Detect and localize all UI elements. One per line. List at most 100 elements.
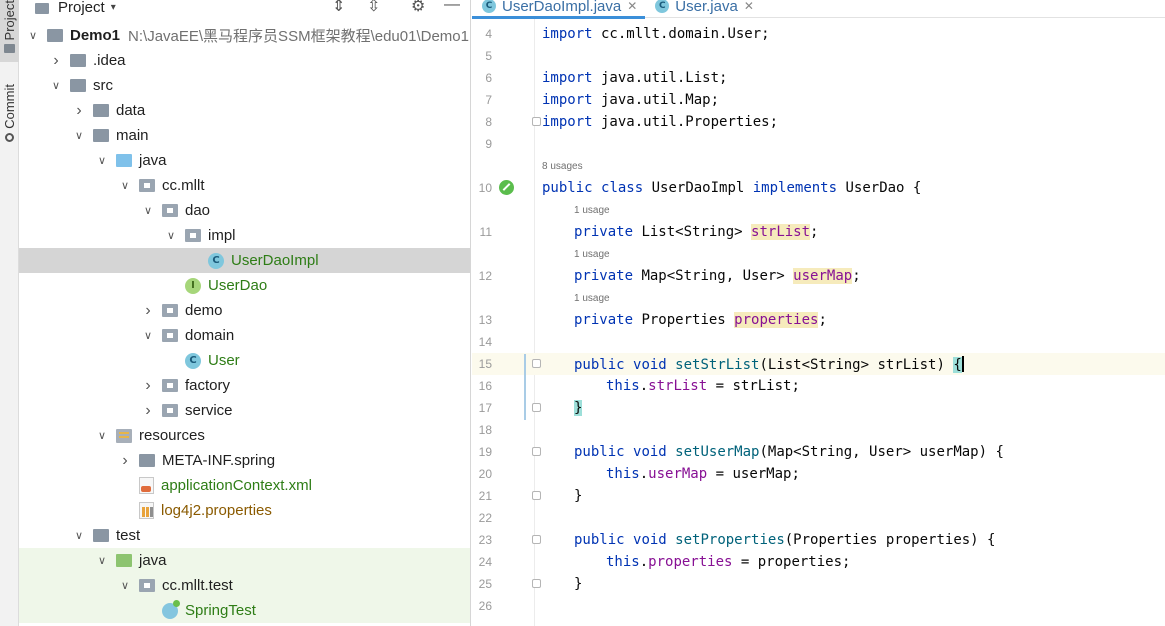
editor-tab[interactable]: C User.java ✕ (645, 0, 762, 18)
tree-item[interactable]: ∨ java (19, 548, 470, 573)
tree-item[interactable]: ∨ test (19, 523, 470, 548)
code-line[interactable]: 15 public void setStrList(List<String> st… (472, 353, 1165, 375)
code-text: import cc.mllt.domain.User; (542, 26, 770, 42)
tree-item[interactable]: ∨ src (19, 73, 470, 98)
tree-item[interactable]: › service (19, 398, 470, 423)
tree-item[interactable]: › META-INF.spring (19, 448, 470, 473)
code-line[interactable]: 26 (472, 595, 1165, 617)
chevron-down-icon[interactable]: ∨ (96, 154, 108, 167)
class-icon: C (208, 252, 224, 269)
tree-item[interactable]: ∨ impl (19, 223, 470, 248)
gear-icon[interactable]: ⚙ (411, 0, 425, 16)
code-line[interactable]: 6 import java.util.List; (472, 67, 1165, 89)
tree-item[interactable]: log4j2.properties (19, 498, 470, 523)
code-line[interactable]: 14 (472, 331, 1165, 353)
code-line[interactable]: 8 import java.util.Properties; (472, 111, 1165, 133)
chevron-down-icon[interactable]: ∨ (165, 229, 177, 242)
chevron-down-icon[interactable]: ∨ (50, 79, 62, 92)
usage-hint[interactable]: 1 usage (574, 205, 610, 216)
code-line[interactable]: 19 public void setUserMap(Map<String, Use… (472, 441, 1165, 463)
tree-item[interactable]: ∨ main (19, 123, 470, 148)
code-line[interactable]: 23 public void setProperties(Properties p… (472, 529, 1165, 551)
project-panel-title[interactable]: Project (58, 0, 105, 16)
chevron-down-icon[interactable]: ∨ (119, 179, 131, 192)
tree-item-label: SpringTest (185, 602, 256, 619)
code-line[interactable]: 20 this.userMap = userMap; (472, 463, 1165, 485)
fold-marker-icon[interactable] (532, 359, 541, 368)
code-line[interactable]: 4 import cc.mllt.domain.User; (472, 23, 1165, 45)
chevron-right-icon[interactable]: › (142, 377, 154, 395)
code-line[interactable]: 22 (472, 507, 1165, 529)
chevron-right-icon[interactable]: › (50, 52, 62, 70)
tree-item[interactable]: SpringTest (19, 598, 470, 623)
tree-item[interactable]: ∨ domain (19, 323, 470, 348)
collapse-all-icon[interactable]: ⇳ (367, 0, 380, 16)
code-line[interactable]: 25} (472, 573, 1165, 595)
commit-tool-tab[interactable]: Commit (0, 84, 19, 154)
fold-marker-icon[interactable] (532, 403, 541, 412)
code-line[interactable]: 16 this.strList = strList; (472, 375, 1165, 397)
code-line[interactable]: 11 private List<String> strList; (472, 221, 1165, 243)
code-line[interactable]: 7 import java.util.Map; (472, 89, 1165, 111)
fold-marker-icon[interactable] (532, 535, 541, 544)
chevron-down-icon[interactable]: ∨ (27, 29, 39, 42)
fold-marker-icon[interactable] (532, 579, 541, 588)
tree-item[interactable]: ∨ cc.mllt (19, 173, 470, 198)
code-line[interactable]: 21} (472, 485, 1165, 507)
chevron-down-icon[interactable]: ▾ (111, 2, 116, 13)
chevron-down-icon[interactable]: ∨ (73, 529, 85, 542)
minimize-icon[interactable]: — (444, 0, 460, 14)
code-editor[interactable]: 4 import cc.mllt.domain.User; 5 6 import jav… (472, 19, 1165, 626)
code-line[interactable]: 24 this.properties = properties; (472, 551, 1165, 573)
fold-marker-icon[interactable] (532, 117, 541, 126)
chevron-down-icon[interactable]: ∨ (142, 329, 154, 342)
expand-all-icon[interactable]: ⇕ (332, 0, 345, 16)
usage-hint[interactable]: 8 usages (542, 161, 583, 172)
usage-hint[interactable]: 1 usage (574, 293, 610, 304)
tree-item[interactable]: ∨ dao (19, 198, 470, 223)
chevron-down-icon[interactable]: ∨ (73, 129, 85, 142)
close-icon[interactable]: ✕ (627, 0, 637, 13)
code-line[interactable]: 9 (472, 133, 1165, 155)
chevron-right-icon[interactable]: › (73, 102, 85, 120)
vcs-change-marker[interactable] (524, 354, 526, 420)
editor-tab[interactable]: C UserDaoImpl.java ✕ (472, 0, 646, 19)
code-line[interactable]: 18 (472, 419, 1165, 441)
tree-item[interactable]: ∨ cc.mllt.test (19, 573, 470, 598)
chevron-right-icon[interactable]: › (142, 402, 154, 420)
fold-marker-icon[interactable] (532, 447, 541, 456)
close-icon[interactable]: ✕ (744, 0, 754, 13)
chevron-down-icon[interactable]: ∨ (142, 204, 154, 217)
usage-hint[interactable]: 1 usage (574, 249, 610, 260)
tree-item-label: Demo1 (70, 27, 121, 44)
fold-marker-icon[interactable] (532, 491, 541, 500)
chevron-right-icon[interactable]: › (119, 452, 131, 470)
line-number: 20 (478, 467, 492, 481)
chevron-right-icon[interactable]: › (142, 302, 154, 320)
chevron-down-icon[interactable]: ∨ (96, 429, 108, 442)
tree-item[interactable]: C UserDaoImpl (19, 248, 470, 273)
tree-item[interactable]: ∨ java (19, 148, 470, 173)
code-line[interactable]: 13 private Properties properties; (472, 309, 1165, 331)
chevron-down-icon[interactable]: ∨ (119, 579, 131, 592)
tree-item[interactable]: applicationContext.xml (19, 473, 470, 498)
tree-item-label: src (93, 77, 113, 94)
package-icon (139, 179, 155, 192)
project-tool-tab[interactable]: Project (0, 0, 19, 62)
tree-item-label: META-INF.spring (162, 452, 276, 469)
code-line[interactable]: 5 (472, 45, 1165, 67)
tree-item[interactable]: ∨ resources (19, 423, 470, 448)
tree-item[interactable]: › demo (19, 298, 470, 323)
chevron-down-icon[interactable]: ∨ (96, 554, 108, 567)
implements-gutter-icon[interactable] (499, 180, 514, 195)
code-line[interactable]: 17} (472, 397, 1165, 419)
tree-item[interactable]: › .idea (19, 48, 470, 73)
tree-item[interactable]: I UserDao (19, 273, 470, 298)
tree-item[interactable]: ∨ Demo1 N:\JavaEE\黑马程序员SSM框架教程\edu01\Demo1 (19, 23, 470, 48)
tree-item[interactable]: C User (19, 348, 470, 373)
code-line[interactable]: 10 public class UserDaoImpl implements Us… (472, 177, 1165, 199)
tree-item[interactable]: › factory (19, 373, 470, 398)
code-line[interactable]: 12 private Map<String, User> userMap; (472, 265, 1165, 287)
line-number: 16 (478, 379, 492, 393)
tree-item[interactable]: › data (19, 98, 470, 123)
